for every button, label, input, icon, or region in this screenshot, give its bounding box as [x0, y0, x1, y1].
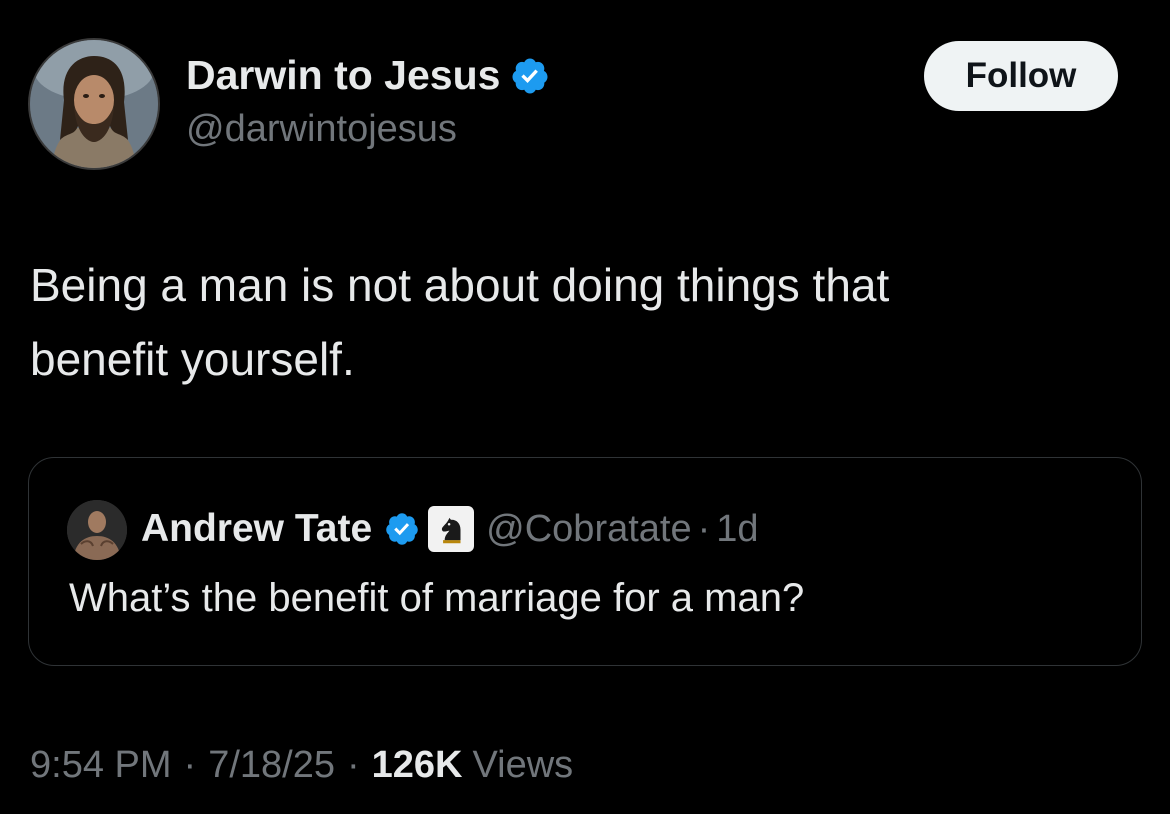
quoted-timestamp[interactable]: 1d [716, 508, 758, 551]
author-name-row[interactable]: Darwin to Jesus [186, 52, 550, 99]
quoted-author-avatar[interactable] [67, 500, 127, 560]
author-avatar[interactable] [28, 38, 160, 170]
chess-knight-badge-icon[interactable] [428, 506, 475, 552]
quoted-verified-badge-icon[interactable] [384, 511, 420, 547]
tweet-time[interactable]: 9:54 PM [30, 744, 172, 787]
tweet-text: Being a man is not about doing things th… [30, 259, 890, 385]
views-label[interactable]: Views [472, 744, 573, 787]
verified-badge-icon[interactable] [510, 56, 550, 96]
quoted-tweet-text: What’s the benefit of marriage for a man… [69, 576, 805, 620]
author-name[interactable]: Darwin to Jesus [186, 52, 500, 99]
quoted-tweet-header: Andrew Tate @Cobratate · 1d [141, 506, 759, 552]
follow-button[interactable]: Follow [924, 41, 1118, 111]
quoted-separator-dot: · [697, 507, 711, 550]
views-count[interactable]: 126K [372, 744, 463, 787]
tweet-meta: 9:54 PM · 7/18/25 · 126K Views [30, 744, 573, 787]
meta-separator: · [183, 744, 197, 786]
tweet-date[interactable]: 7/18/25 [208, 744, 335, 787]
quoted-author-name[interactable]: Andrew Tate [141, 507, 372, 551]
quoted-tweet-card[interactable]: Andrew Tate @Cobratate · 1d What’s the b… [28, 457, 1142, 666]
quoted-author-handle[interactable]: @Cobratate [486, 508, 691, 551]
author-handle[interactable]: @darwintojesus [186, 108, 457, 151]
meta-separator: · [346, 744, 360, 786]
muscular-man-avatar-icon [67, 500, 127, 560]
bearded-man-portrait-icon [30, 40, 158, 168]
